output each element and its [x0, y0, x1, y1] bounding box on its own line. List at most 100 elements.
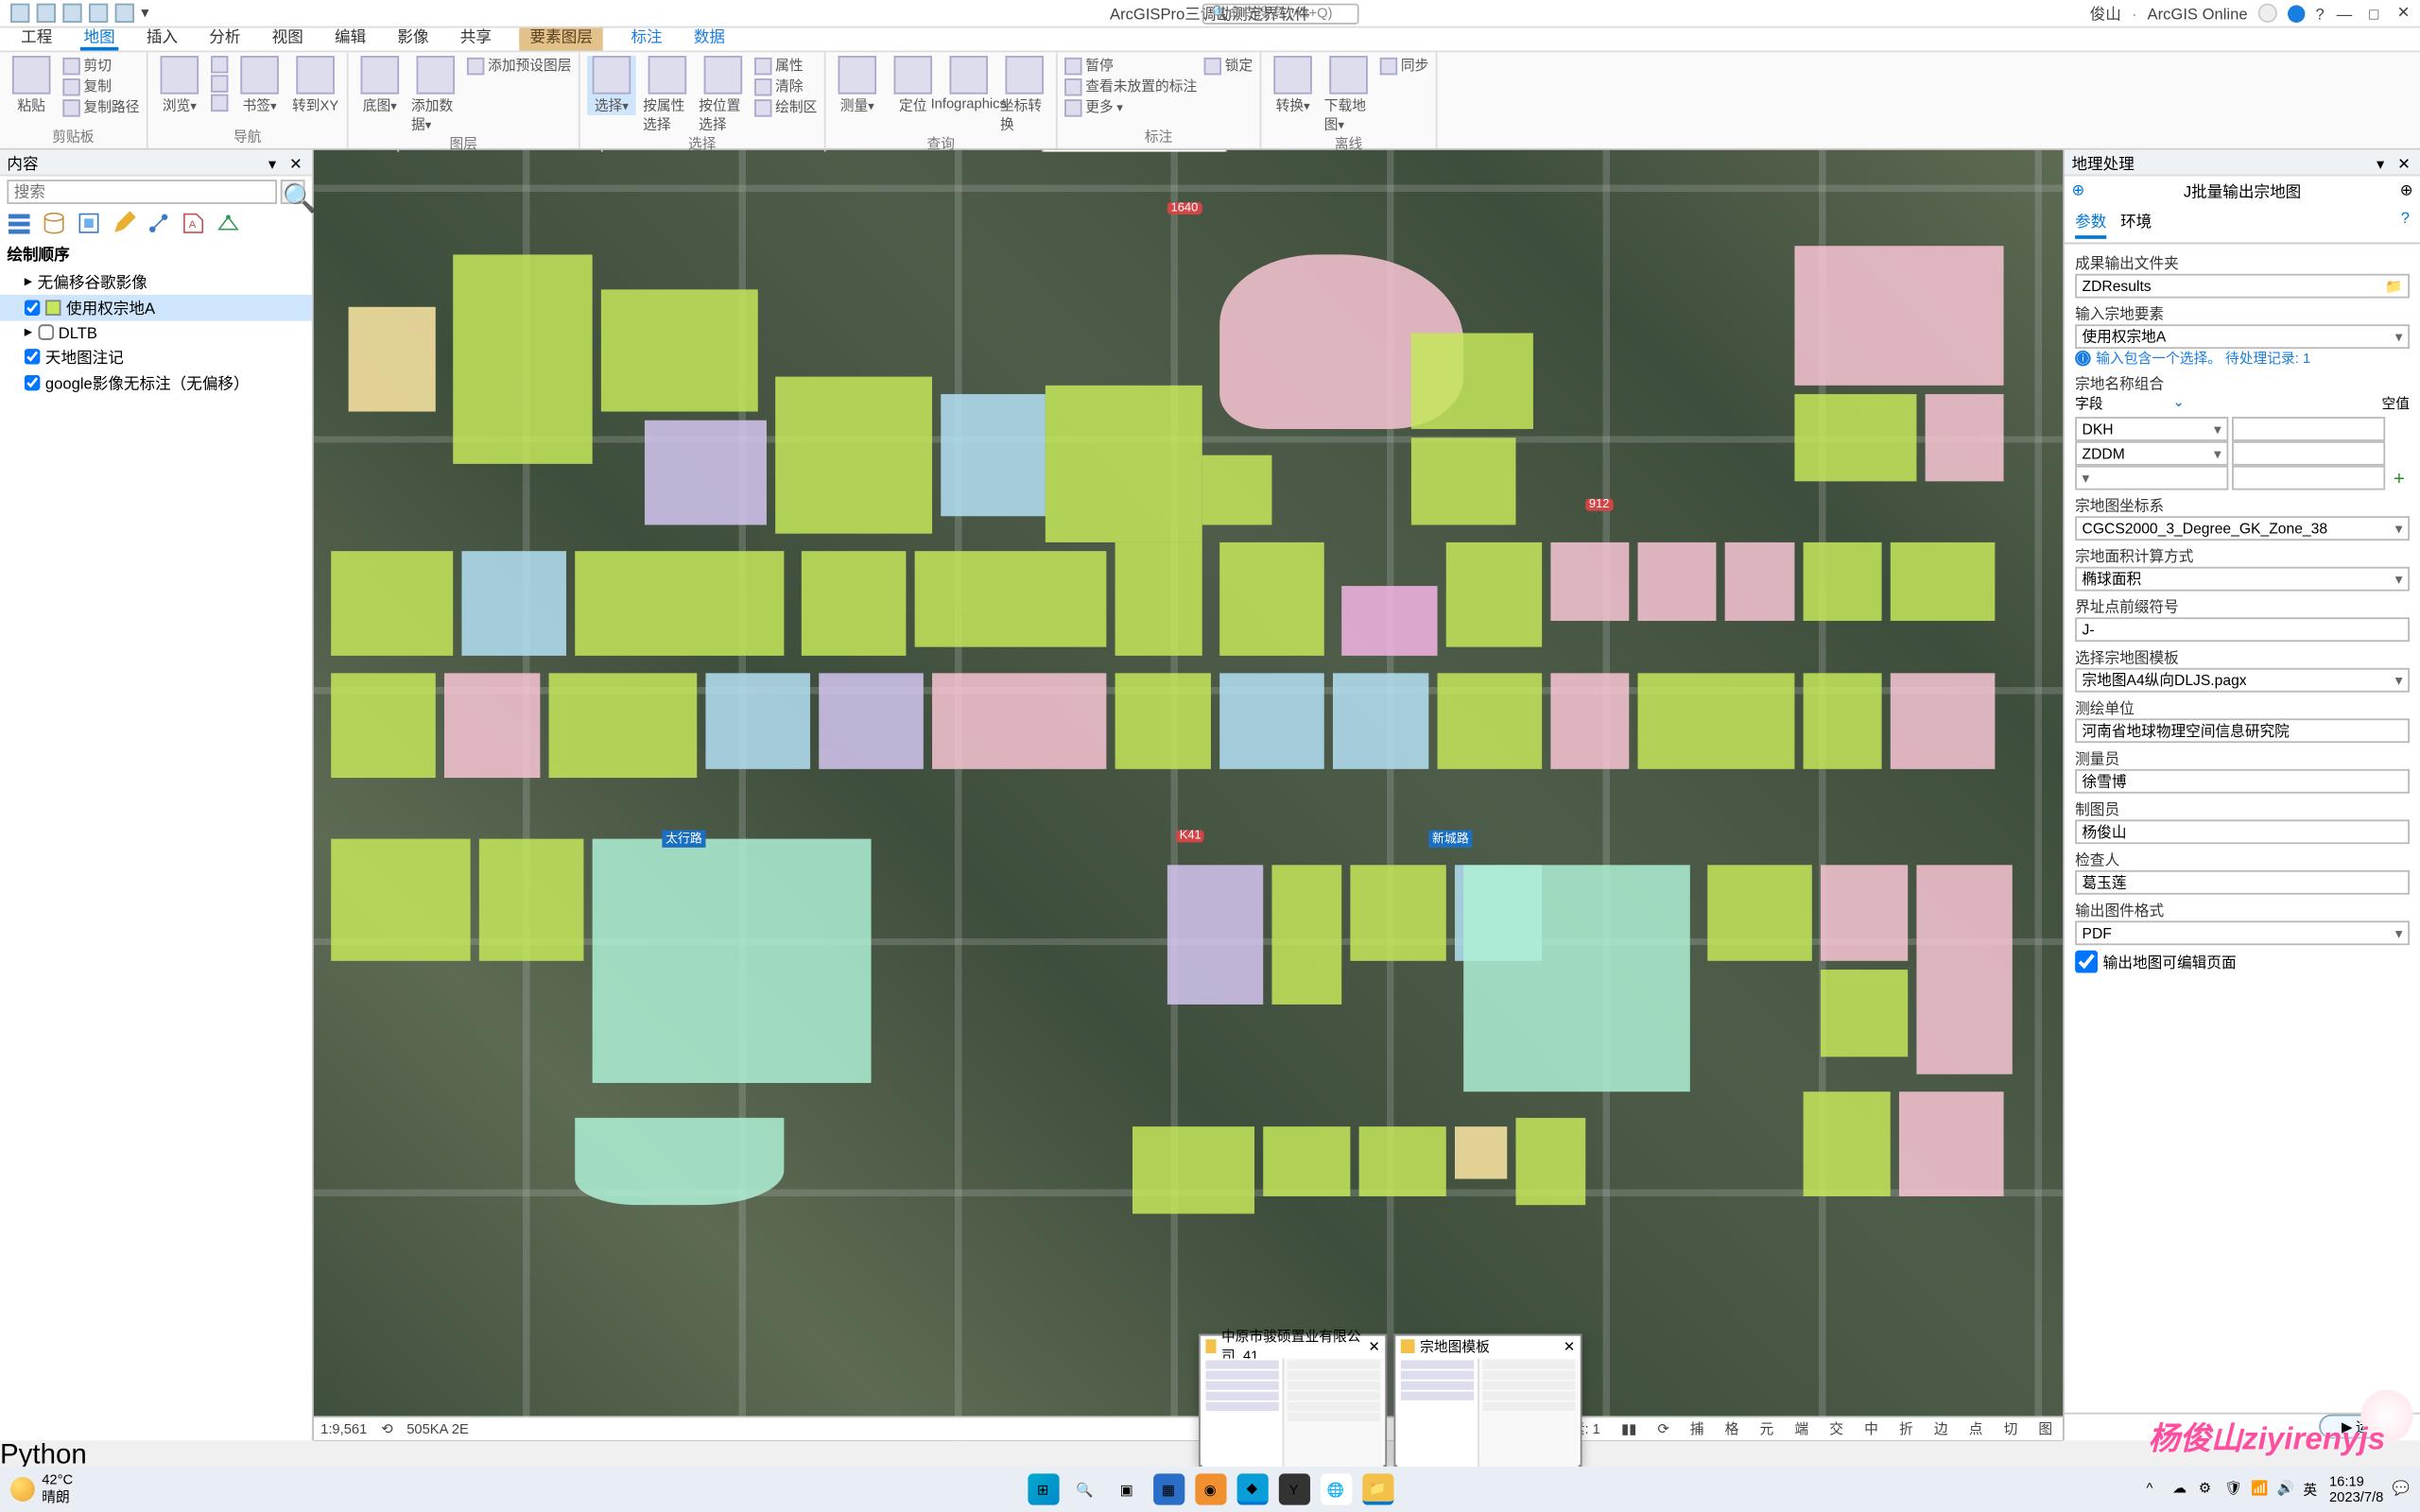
tab-project[interactable]: 工程: [17, 25, 56, 51]
sync-button[interactable]: 同步: [1380, 56, 1429, 75]
checker-input[interactable]: 葛玉莲: [2075, 870, 2410, 895]
area-method-input[interactable]: 椭球面积: [2075, 567, 2410, 592]
infographics-button[interactable]: Infographics: [944, 56, 994, 112]
select-by-loc-button[interactable]: 按位置选择: [699, 56, 748, 134]
minimize-button[interactable]: —: [2335, 4, 2354, 23]
gp-add-favorite-icon[interactable]: ⊕: [2400, 181, 2413, 200]
view-unplaced-button[interactable]: 查看未放置的标注: [1064, 77, 1197, 95]
list-labeling-icon[interactable]: A: [182, 211, 206, 235]
tab-data[interactable]: 数据: [690, 25, 729, 51]
blank1-input[interactable]: [2232, 417, 2385, 441]
nav-full-icon[interactable]: [211, 94, 228, 112]
explore-button[interactable]: 浏览: [155, 56, 204, 115]
map-tab[interactable]: 无偏移谷歌影像✕: [1044, 150, 1226, 152]
contents-search-btn[interactable]: 🔍: [281, 180, 305, 204]
field1-input[interactable]: DKH: [2075, 417, 2228, 441]
user-name[interactable]: 俊山: [2090, 2, 2121, 25]
prefix-input[interactable]: J-: [2075, 617, 2410, 642]
survey-unit-input[interactable]: 河南省地球物理空间信息研究院: [2075, 718, 2410, 743]
list-drawing-order-icon[interactable]: [7, 211, 31, 235]
qat-customize-icon[interactable]: ▾: [141, 4, 155, 23]
expand-icon[interactable]: ⌄: [2172, 394, 2184, 413]
field2-input[interactable]: ZDDM: [2075, 441, 2228, 466]
map-tab[interactable]: 谷歌卫星图和天地图注记: [602, 150, 825, 151]
rotation-icon[interactable]: ⟲: [381, 1421, 392, 1437]
field3-input[interactable]: [2075, 466, 2228, 490]
gp-back-icon[interactable]: ⊕: [2071, 181, 2084, 200]
clear-sel-button[interactable]: 清除: [754, 77, 817, 95]
pause-drawing-icon[interactable]: ▮▮: [1617, 1421, 1640, 1437]
convert-button[interactable]: 转换: [1269, 56, 1318, 115]
layer-row[interactable]: 天地图注记: [0, 344, 312, 370]
gp-help-icon[interactable]: ?: [2401, 209, 2410, 238]
map-tab[interactable]: 点点GISgoogle系列地图: [825, 150, 1044, 151]
weather-widget[interactable]: 42°C晴朗: [0, 1472, 83, 1507]
template-input[interactable]: 宗地图A4纵向DLJS.pagx: [2075, 668, 2410, 693]
crs-input[interactable]: CGCS2000_3_Degree_GK_Zone_38: [2075, 516, 2410, 541]
more-labels-button[interactable]: 更多: [1064, 97, 1197, 116]
tray-icon[interactable]: 🛡: [2224, 1481, 2241, 1498]
map-tab[interactable]: 地图: [317, 150, 399, 151]
list-selection-icon[interactable]: [77, 211, 101, 235]
tray-icon[interactable]: ⚙: [2199, 1481, 2216, 1498]
refresh-icon[interactable]: ⟳: [1654, 1421, 1673, 1437]
tab-edit[interactable]: 编辑: [331, 25, 370, 51]
snap-btn[interactable]: 捕: [1686, 1419, 1707, 1438]
blank2-input[interactable]: [2232, 441, 2385, 466]
nav-next-icon[interactable]: [211, 75, 228, 92]
snap-btn[interactable]: 折: [1895, 1419, 1916, 1438]
tray-icon[interactable]: 📶: [2251, 1481, 2268, 1498]
maximize-button[interactable]: □: [2364, 4, 2383, 23]
layer-visibility-checkbox[interactable]: [38, 324, 54, 340]
download-map-button[interactable]: 下载地图: [1324, 56, 1374, 134]
tray-ime-icon[interactable]: 英: [2303, 1481, 2320, 1498]
gp-tab-env[interactable]: 环境: [2120, 209, 2152, 238]
paste-button[interactable]: 粘贴: [7, 56, 56, 115]
layer-row[interactable]: google影像无标注（无偏移）: [0, 369, 312, 396]
preview-close-icon[interactable]: ✕: [1564, 1338, 1575, 1354]
snap-btn[interactable]: 边: [1930, 1419, 1951, 1438]
tab-imagery[interactable]: 影像: [394, 25, 433, 51]
qat-new-icon[interactable]: [10, 4, 29, 23]
pause-labels-button[interactable]: 暂停: [1064, 56, 1197, 75]
list-perspective-icon[interactable]: [216, 211, 241, 235]
surveyor-input[interactable]: 徐雪博: [2075, 769, 2410, 794]
layer-row[interactable]: ▸无偏移谷歌影像: [0, 268, 312, 295]
close-button[interactable]: ✕: [2394, 4, 2412, 23]
add-preset-button[interactable]: 添加预设图层: [467, 56, 572, 75]
measure-button[interactable]: 测量: [833, 56, 882, 115]
bookmarks-button[interactable]: 书签: [235, 56, 285, 115]
tab-view[interactable]: 视图: [268, 25, 307, 51]
map-view[interactable]: 地图 点点GIS高德系列地图 谷歌卫星图和天地图注记 点点GISgoogle系列…: [314, 150, 2063, 1441]
help-icon[interactable]: ?: [2315, 5, 2324, 22]
tray-overflow-icon[interactable]: ^: [2146, 1481, 2163, 1498]
tab-labeling[interactable]: 标注: [628, 25, 666, 51]
list-editing-icon[interactable]: [112, 211, 136, 235]
taskbar-app-icon[interactable]: Y: [1278, 1473, 1309, 1504]
qat-redo-icon[interactable]: [115, 4, 134, 23]
basemap-button[interactable]: 底图: [355, 56, 405, 115]
list-source-icon[interactable]: [42, 211, 66, 235]
cut-button[interactable]: 剪切: [62, 56, 139, 75]
taskbar-preview[interactable]: 中原市骏硕置业有限公司_41...✕: [1199, 1334, 1387, 1467]
format-input[interactable]: PDF: [2075, 920, 2410, 945]
snap-btn[interactable]: 元: [1756, 1419, 1777, 1438]
tray-icon[interactable]: ☁: [2172, 1481, 2189, 1498]
qat-undo-icon[interactable]: [89, 4, 108, 23]
layer-visibility-checkbox[interactable]: [25, 349, 41, 365]
contents-menu-icon[interactable]: ▾: [268, 154, 285, 170]
notifications-tray-icon[interactable]: 💬: [2393, 1481, 2410, 1498]
snap-btn[interactable]: 点: [1965, 1419, 1986, 1438]
editable-page-checkbox[interactable]: [2075, 951, 2098, 973]
layer-row[interactable]: 使用权宗地A: [0, 295, 312, 321]
taskbar-preview[interactable]: 宗地图模板✕: [1393, 1334, 1582, 1467]
preview-close-icon[interactable]: ✕: [1368, 1338, 1379, 1354]
qat-save-icon[interactable]: [62, 4, 81, 23]
qat-open-icon[interactable]: [37, 4, 56, 23]
contents-close-icon[interactable]: ✕: [289, 154, 305, 170]
layer-visibility-checkbox[interactable]: [25, 375, 41, 391]
blank3-input[interactable]: [2232, 466, 2385, 490]
contents-search[interactable]: [7, 180, 277, 204]
copy-button[interactable]: 复制: [62, 77, 139, 95]
input-features-input[interactable]: 使用权宗地A: [2075, 324, 2410, 349]
